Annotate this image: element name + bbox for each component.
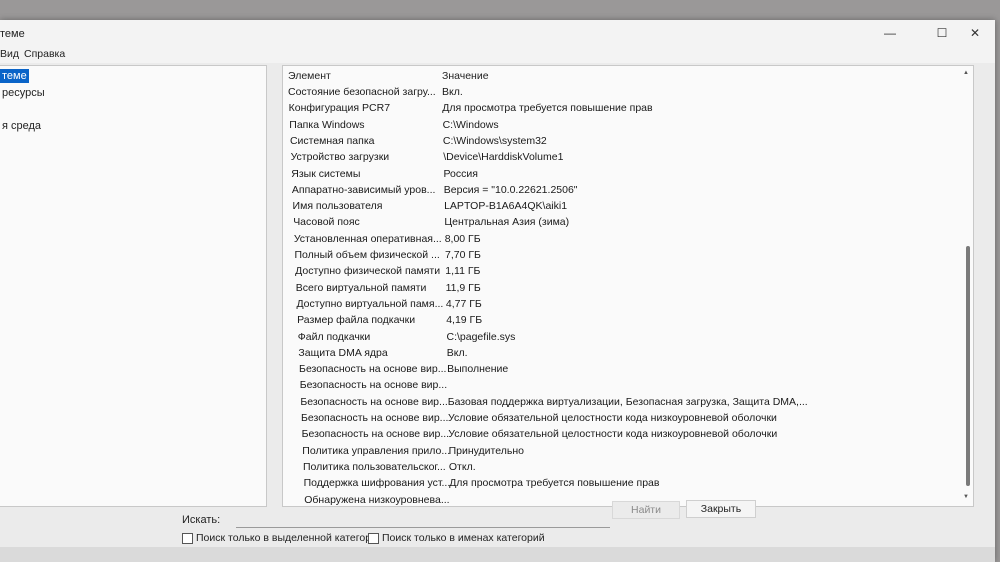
- row-item-name[interactable]: Язык системы: [291, 168, 360, 180]
- row-item-name[interactable]: Системная папка: [290, 135, 375, 147]
- row-item-value[interactable]: Условие обязательной целостности кода ни…: [448, 428, 777, 440]
- row-item-value[interactable]: LAPTOP-B1A6A4QK\aiki1: [444, 200, 567, 212]
- system-information-window: теме — ☐ ✕ Вид Справка теме ресурсы я ср…: [0, 20, 995, 562]
- row-item-value[interactable]: Условие обязательной целостности кода ни…: [448, 412, 777, 424]
- row-item-value[interactable]: Для просмотра требуется повышение прав: [442, 102, 652, 114]
- row-item-name[interactable]: Имя пользователя: [293, 200, 383, 212]
- row-item-name[interactable]: Файл подкачки: [298, 331, 371, 343]
- checkbox-box[interactable]: [182, 532, 193, 544]
- row-item-value[interactable]: Версия = "10.0.22621.2506": [444, 184, 578, 196]
- tree-item-hardware-resources[interactable]: ресурсы: [0, 86, 47, 100]
- window-title: теме: [0, 28, 25, 40]
- row-item-value[interactable]: 7,70 ГБ: [445, 249, 481, 261]
- row-item-name[interactable]: Доступно виртуальной памя...: [296, 298, 443, 310]
- row-item-name[interactable]: Всего виртуальной памяти: [296, 282, 427, 294]
- row-item-value[interactable]: Для просмотра требуется повышение прав: [449, 477, 659, 489]
- row-item-value[interactable]: 4,77 ГБ: [446, 298, 482, 310]
- column-header-value[interactable]: Значение: [442, 70, 489, 82]
- row-item-value[interactable]: Выполнение: [447, 363, 508, 375]
- row-item-value[interactable]: Базовая поддержка виртуализации, Безопас…: [448, 396, 808, 408]
- row-item-name[interactable]: Защита DMA ядра: [298, 347, 387, 359]
- row-item-name[interactable]: Безопасность на основе вир...: [299, 363, 446, 375]
- row-item-name[interactable]: Безопасность на основе вир...: [301, 412, 448, 424]
- row-item-value[interactable]: Откл.: [449, 461, 476, 473]
- row-item-name[interactable]: Полный объем физической ...: [295, 249, 440, 261]
- vertical-scrollbar[interactable]: ▲ ▼: [963, 70, 971, 500]
- title-bar[interactable]: теме — ☐ ✕: [0, 20, 995, 46]
- row-item-name[interactable]: Состояние безопасной загру...: [288, 86, 436, 98]
- find-button[interactable]: Найти: [612, 501, 680, 519]
- search-selected-category-checkbox[interactable]: Поиск только в выделенной категори: [182, 532, 377, 544]
- search-input[interactable]: [236, 509, 610, 528]
- tree-item-system-summary[interactable]: теме: [0, 69, 29, 83]
- column-header-item[interactable]: Элемент: [288, 70, 331, 82]
- menu-bar: Вид Справка: [0, 46, 995, 63]
- checkbox-box[interactable]: [368, 532, 379, 544]
- row-item-value[interactable]: C:\pagefile.sys: [447, 331, 516, 343]
- menu-view[interactable]: Вид: [0, 48, 19, 60]
- row-item-name[interactable]: Размер файла подкачки: [297, 314, 415, 326]
- row-item-name[interactable]: Обнаружена низкоуровнева...: [304, 494, 449, 506]
- row-item-name[interactable]: Политика управления прило...: [302, 445, 450, 457]
- row-item-value[interactable]: \Device\HarddiskVolume1: [443, 151, 563, 163]
- row-item-value[interactable]: Принудительно: [449, 445, 524, 457]
- tree-item-software-environment[interactable]: я среда: [0, 119, 43, 133]
- row-item-name[interactable]: Политика пользовательског...: [303, 461, 446, 473]
- row-item-name[interactable]: Аппаратно-зависимый уров...: [292, 184, 436, 196]
- scroll-thumb[interactable]: [966, 246, 970, 486]
- search-category-names-label: Поиск только в именах категорий: [382, 532, 545, 544]
- row-item-value[interactable]: 4,19 ГБ: [446, 314, 482, 326]
- row-item-value[interactable]: 11,9 ГБ: [446, 282, 481, 294]
- close-icon[interactable]: ✕: [955, 20, 995, 46]
- bottom-strip: [0, 547, 995, 562]
- minimize-icon[interactable]: —: [870, 20, 910, 46]
- close-button[interactable]: Закрыть: [686, 500, 756, 518]
- row-item-name[interactable]: Безопасность на основе вир...: [300, 396, 447, 408]
- row-item-name[interactable]: Поддержка шифрования уст...: [304, 477, 451, 489]
- search-selected-category-label: Поиск только в выделенной категори: [196, 532, 377, 544]
- search-label: Искать:: [182, 514, 221, 526]
- row-item-value[interactable]: 8,00 ГБ: [445, 233, 481, 245]
- row-item-name[interactable]: Конфигурация PCR7: [289, 102, 390, 114]
- search-category-names-checkbox[interactable]: Поиск только в именах категорий: [368, 532, 545, 544]
- menu-help[interactable]: Справка: [24, 48, 65, 60]
- category-tree[interactable]: теме ресурсы я среда: [0, 65, 267, 507]
- row-item-value[interactable]: Вкл.: [447, 347, 468, 359]
- details-list[interactable]: Элемент Значение Состояние безопасной за…: [282, 65, 974, 507]
- row-item-name[interactable]: Доступно физической памяти: [295, 265, 440, 277]
- scroll-down-icon[interactable]: ▼: [963, 494, 969, 500]
- row-item-name[interactable]: Установленная оперативная...: [294, 233, 442, 245]
- row-item-value[interactable]: Центральная Азия (зима): [444, 216, 569, 228]
- row-item-name[interactable]: Безопасность на основе вир...: [302, 428, 449, 440]
- scroll-up-icon[interactable]: ▲: [963, 70, 969, 76]
- row-item-value[interactable]: Вкл.: [442, 86, 463, 98]
- row-item-name[interactable]: Устройство загрузки: [291, 151, 390, 163]
- row-item-value[interactable]: Россия: [444, 168, 478, 180]
- row-item-value[interactable]: C:\Windows: [443, 119, 499, 131]
- row-item-value[interactable]: 1,11 ГБ: [445, 265, 480, 277]
- row-item-name[interactable]: Папка Windows: [289, 119, 364, 131]
- row-item-name[interactable]: Часовой пояс: [293, 216, 360, 228]
- row-item-value[interactable]: C:\Windows\system32: [443, 135, 547, 147]
- row-item-name[interactable]: Безопасность на основе вир...: [300, 379, 447, 391]
